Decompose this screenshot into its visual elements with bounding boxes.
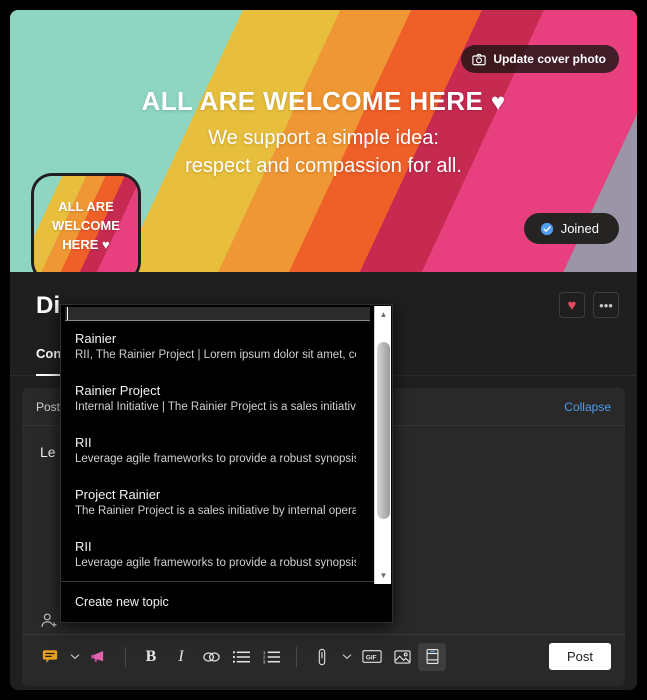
link-icon[interactable]	[197, 643, 225, 671]
post-body-text-start: Le	[40, 444, 56, 460]
megaphone-icon[interactable]	[86, 643, 114, 671]
post-type-icon[interactable]	[36, 643, 64, 671]
topic-suggestion-list: Rainier RII, The Rainier Project | Lorem…	[61, 321, 392, 581]
list-item[interactable]: Rainier RII, The Rainier Project | Lorem…	[61, 321, 370, 373]
more-options-button[interactable]: •••	[593, 292, 619, 318]
topic-subtitle: Leverage agile frameworks to provide a r…	[75, 453, 356, 465]
topic-title: RII	[75, 539, 92, 554]
numbered-list-icon[interactable]: 1 2 3	[257, 643, 285, 671]
topic-picker-dropdown: Rainier RII, The Rainier Project | Lorem…	[60, 304, 393, 623]
avatar-line-2: WELCOME	[52, 217, 120, 233]
check-circle-icon	[540, 222, 554, 236]
list-item[interactable]: Rainier Project Internal Initiative | Th…	[61, 373, 370, 425]
topic-subtitle: Internal Initiative | The Rainier Projec…	[75, 401, 356, 413]
update-cover-photo-button[interactable]: Update cover photo	[461, 45, 619, 73]
group-cover-photo: ALL ARE WELCOME HERE ♥ We support a simp…	[10, 10, 637, 272]
post-type-chevron-down-icon[interactable]	[66, 643, 84, 671]
heart-icon: ♥	[567, 296, 577, 314]
topic-title: Rainier	[75, 331, 117, 346]
scroll-up-arrow-icon[interactable]: ▲	[375, 306, 392, 323]
ellipsis-icon: •••	[599, 297, 613, 313]
joined-button[interactable]: Joined	[523, 213, 619, 244]
scrollbar-thumb[interactable]	[377, 342, 390, 519]
list-item[interactable]: RII Leverage agile frameworks to provide…	[61, 529, 370, 581]
collapse-link[interactable]: Collapse	[564, 400, 611, 414]
camera-icon	[472, 53, 487, 66]
list-item[interactable]: RII Leverage agile frameworks to provide…	[61, 425, 370, 477]
update-cover-photo-label: Update cover photo	[493, 52, 606, 66]
header-actions: ♥ •••	[559, 292, 619, 318]
scroll-down-arrow-icon[interactable]: ▼	[375, 567, 392, 584]
gif-icon[interactable]: GIF	[358, 643, 386, 671]
attach-chevron-down-icon[interactable]	[338, 643, 356, 671]
image-icon[interactable]	[388, 643, 416, 671]
composer-type-label: Post	[36, 399, 61, 414]
topic-title: Rainier Project	[75, 383, 161, 398]
avatar-text: ALL ARE WELCOME HERE ♥	[34, 198, 138, 255]
svg-text:GIF: GIF	[366, 654, 377, 661]
italic-button[interactable]: I	[167, 643, 195, 671]
topic-subtitle: RII, The Rainier Project | Lorem ipsum d…	[75, 349, 356, 361]
topic-title: RII	[75, 435, 92, 450]
composer-toolbar: B I 1 2 3 GIF Post	[22, 634, 625, 678]
joined-label: Joined	[560, 221, 599, 236]
topic-subtitle: Leverage agile frameworks to provide a r…	[75, 557, 356, 569]
bulleted-list-icon[interactable]	[227, 643, 255, 671]
add-people-row[interactable]	[40, 612, 60, 630]
topic-search-input[interactable]	[65, 307, 370, 321]
topic-icon[interactable]	[418, 642, 446, 671]
toolbar-divider	[125, 646, 126, 667]
favorite-button[interactable]: ♥	[559, 292, 585, 318]
topic-title: Project Rainier	[75, 487, 161, 502]
avatar-line-1: ALL ARE	[58, 199, 114, 214]
toolbar-divider	[296, 646, 297, 667]
bold-button[interactable]: B	[137, 643, 165, 671]
group-avatar[interactable]: ALL ARE WELCOME HERE ♥	[34, 176, 138, 272]
dropdown-scrollbar[interactable]: ▲ ▼	[374, 306, 391, 584]
app-window: ALL ARE WELCOME HERE ♥ We support a simp…	[10, 10, 637, 690]
paperclip-icon[interactable]	[308, 643, 336, 671]
post-button[interactable]: Post	[548, 643, 611, 670]
create-new-topic-button[interactable]: Create new topic	[61, 581, 392, 622]
svg-text:3: 3	[263, 659, 266, 664]
add-people-icon	[40, 612, 60, 630]
list-item[interactable]: Project Rainier The Rainier Project is a…	[61, 477, 370, 529]
avatar-line-3: HERE ♥	[62, 236, 110, 252]
tab-conversations[interactable]: Con	[36, 346, 62, 376]
text-caret	[67, 307, 68, 320]
topic-subtitle: The Rainier Project is a sales initiativ…	[75, 505, 356, 517]
